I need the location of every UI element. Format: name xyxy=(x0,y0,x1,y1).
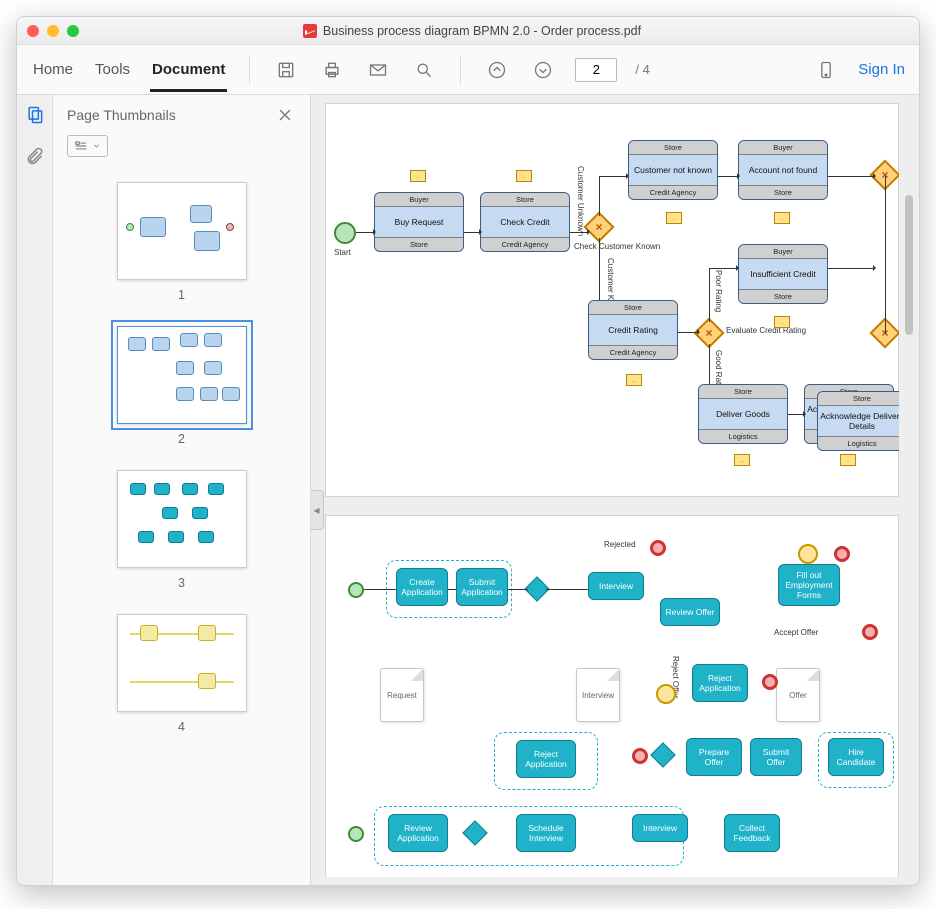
dup: Store Acknowledge Delivery Details Logis… xyxy=(817,391,899,451)
page-2-upper-diagram: Start Buyer Buy Request Store Store Chec… xyxy=(325,103,899,497)
thumbnail-label: 2 xyxy=(117,432,247,446)
window-title: Business process diagram BPMN 2.0 - Orde… xyxy=(323,24,641,38)
task-insufficient-credit: Buyer Insufficient Credit Store xyxy=(738,244,828,304)
thumbnail-list: 1 2 xyxy=(53,166,310,885)
message-icon xyxy=(734,454,750,466)
thumbnail-label: 3 xyxy=(117,576,247,590)
task-customer-not-known: Store Customer not known Credit Agency xyxy=(628,140,718,200)
task-schedule-interview: Schedule Interview xyxy=(516,814,576,852)
page-down-icon[interactable] xyxy=(529,56,557,84)
task-reject-application-2: Reject Application xyxy=(516,740,576,778)
timer-event-icon xyxy=(656,684,676,704)
end-event-icon xyxy=(632,748,648,764)
task-hire-candidate: Hire Candidate xyxy=(828,738,884,776)
document-viewer[interactable]: ◂ Start Buyer Buy Request Store xyxy=(311,95,919,885)
task-review-offer: Review Offer xyxy=(660,598,720,626)
sign-in-link[interactable]: Sign In xyxy=(858,61,905,78)
end-event-icon xyxy=(862,624,878,640)
message-icon xyxy=(626,374,642,386)
end-event-icon xyxy=(650,540,666,556)
page-total-label: / 4 xyxy=(635,62,649,77)
app-window: Business process diagram BPMN 2.0 - Orde… xyxy=(16,16,920,886)
flow-label: Poor Rating xyxy=(714,270,723,312)
thumbnail-page-1[interactable] xyxy=(117,182,247,280)
sidebar-title: Page Thumbnails xyxy=(67,107,176,123)
vertical-scrollbar[interactable] xyxy=(905,195,913,335)
close-window-button[interactable] xyxy=(27,25,39,37)
flow-label: Accept Offer xyxy=(774,628,818,637)
page-up-icon[interactable] xyxy=(483,56,511,84)
start-event-icon xyxy=(334,222,356,244)
gateway-label: Evaluate Credit Rating xyxy=(726,326,806,335)
tab-home[interactable]: Home xyxy=(31,47,75,92)
thumbnail-label: 1 xyxy=(117,288,247,302)
end-event-icon xyxy=(834,546,850,562)
gateway-icon xyxy=(650,742,675,767)
message-icon xyxy=(516,170,532,182)
task-fill-forms: Fill out Employment Forms xyxy=(778,564,840,606)
minimize-window-button[interactable] xyxy=(47,25,59,37)
task-interview-2: Interview xyxy=(632,814,688,842)
mail-icon[interactable] xyxy=(364,56,392,84)
task-interview: Interview xyxy=(588,572,644,600)
thumbnail-page-3[interactable] xyxy=(117,470,247,568)
flow-label: Rejected xyxy=(604,540,636,549)
task-deliver-goods: Store Deliver Goods Logistics xyxy=(698,384,788,444)
collapse-sidebar-handle[interactable]: ◂ xyxy=(311,490,324,530)
task-buy-request: Buyer Buy Request Store xyxy=(374,192,464,252)
close-sidebar-icon[interactable] xyxy=(274,104,296,126)
doc-request: Request xyxy=(380,668,424,722)
task-check-credit: Store Check Credit Credit Agency xyxy=(480,192,570,252)
message-icon xyxy=(774,316,790,328)
task-reject-application: Reject Application xyxy=(692,664,748,702)
thumbnails-sidebar: Page Thumbnails 1 xyxy=(53,95,311,885)
attachments-panel-icon[interactable] xyxy=(25,146,45,171)
mobile-icon[interactable] xyxy=(812,56,840,84)
page-2-lower-diagram: Create Application Submit Application In… xyxy=(325,515,899,877)
gateway-label: Check Customer Known xyxy=(574,242,660,251)
task-review-application: Review Application xyxy=(388,814,448,852)
doc-interview: Interview xyxy=(576,668,620,722)
pdf-icon xyxy=(303,24,317,38)
task-collect-feedback: Collect Feedback xyxy=(724,814,780,852)
thumbnail-page-2[interactable] xyxy=(117,326,247,424)
task-create-application: Create Application xyxy=(396,568,448,606)
start-event-icon xyxy=(348,582,364,598)
task-account-not-found: Buyer Account not found Store xyxy=(738,140,828,200)
message-icon xyxy=(666,212,682,224)
search-icon[interactable] xyxy=(410,56,438,84)
window-controls xyxy=(27,25,79,37)
timer-event-icon xyxy=(798,544,818,564)
tab-document[interactable]: Document xyxy=(150,47,227,92)
thumbnails-panel-icon[interactable] xyxy=(25,105,45,130)
doc-offer: Offer xyxy=(776,668,820,722)
end-event-icon xyxy=(762,674,778,690)
toolbar: Home Tools Document / 4 Sign In xyxy=(17,45,919,95)
message-icon xyxy=(774,212,790,224)
message-icon xyxy=(410,170,426,182)
nav-rail xyxy=(17,95,53,885)
start-event-icon xyxy=(348,826,364,842)
print-icon[interactable] xyxy=(318,56,346,84)
task-prepare-offer: Prepare Offer xyxy=(686,738,742,776)
task-submit-offer: Submit Offer xyxy=(750,738,802,776)
task-submit-application: Submit Application xyxy=(456,568,508,606)
tab-tools[interactable]: Tools xyxy=(93,47,132,92)
thumbnail-page-4[interactable] xyxy=(117,614,247,712)
message-icon xyxy=(840,454,856,466)
thumbnail-label: 4 xyxy=(117,720,247,734)
task-credit-rating: Store Credit Rating Credit Agency xyxy=(588,300,678,360)
titlebar: Business process diagram BPMN 2.0 - Orde… xyxy=(17,17,919,45)
page-number-input[interactable] xyxy=(575,58,617,82)
thumbnail-options-button[interactable] xyxy=(67,135,108,157)
start-label: Start xyxy=(334,248,351,257)
flow-label: Customer Unknown xyxy=(576,166,585,236)
save-icon[interactable] xyxy=(272,56,300,84)
zoom-window-button[interactable] xyxy=(67,25,79,37)
